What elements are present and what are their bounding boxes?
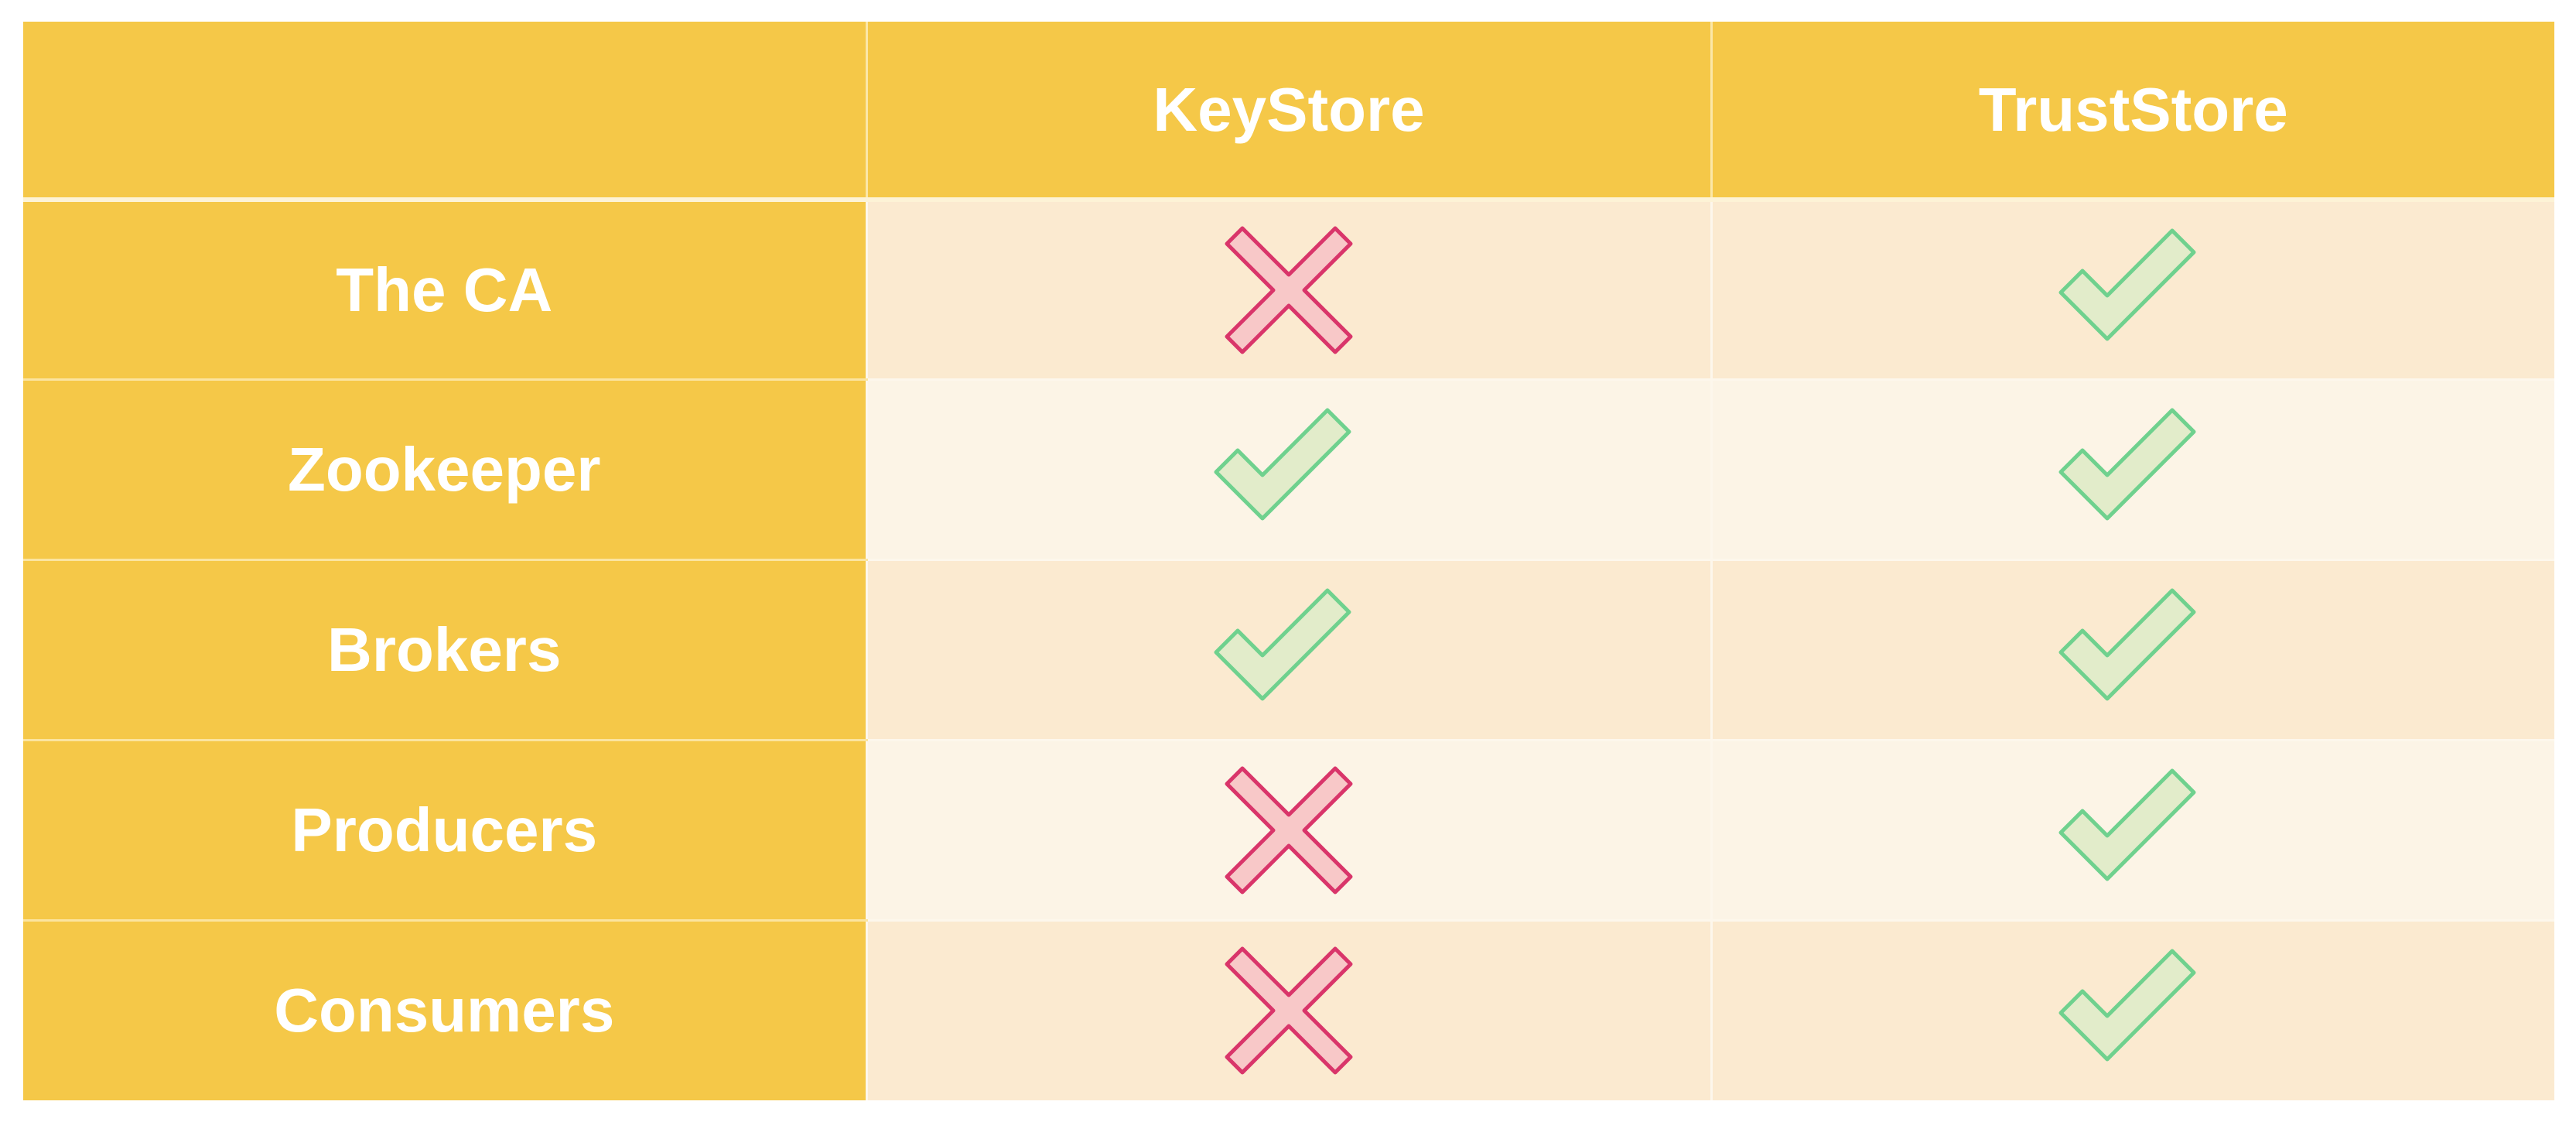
check-icon bbox=[2048, 576, 2219, 723]
check-icon bbox=[1204, 576, 1374, 723]
table-row: Consumers bbox=[23, 920, 2554, 1100]
cross-icon bbox=[1204, 217, 1374, 364]
header-keystore: KeyStore bbox=[866, 22, 1713, 202]
keystore-cell bbox=[865, 740, 1711, 922]
keystore-cell bbox=[865, 559, 1711, 741]
truststore-cell bbox=[1710, 559, 2554, 741]
row-label: Zookeeper bbox=[23, 379, 866, 562]
table-row: The CA bbox=[23, 200, 2554, 381]
table-row: Brokers bbox=[23, 559, 2554, 741]
keystore-cell bbox=[865, 379, 1711, 562]
row-label: Brokers bbox=[23, 559, 866, 741]
header-row: KeyStore TrustStore bbox=[23, 22, 2554, 202]
cross-icon bbox=[1204, 757, 1374, 904]
comparison-page: KeyStore TrustStore The CA Zookeeper Bro… bbox=[0, 0, 2576, 1122]
row-label: Producers bbox=[23, 740, 866, 922]
row-label: The CA bbox=[23, 200, 866, 381]
truststore-cell bbox=[1710, 740, 2554, 922]
check-icon bbox=[1204, 396, 1374, 543]
check-icon bbox=[2048, 757, 2219, 904]
keystore-cell bbox=[865, 200, 1711, 381]
header-corner-cell bbox=[23, 22, 868, 202]
truststore-cell bbox=[1710, 920, 2554, 1100]
truststore-cell bbox=[1710, 200, 2554, 381]
table-row: Zookeeper bbox=[23, 379, 2554, 562]
check-icon bbox=[2048, 937, 2219, 1084]
truststore-cell bbox=[1710, 379, 2554, 562]
header-truststore: TrustStore bbox=[1711, 22, 2554, 202]
table-row: Producers bbox=[23, 740, 2554, 922]
row-label: Consumers bbox=[23, 920, 866, 1100]
check-icon bbox=[2048, 396, 2219, 543]
keystore-truststore-table: KeyStore TrustStore The CA Zookeeper Bro… bbox=[23, 22, 2554, 1100]
cross-icon bbox=[1204, 937, 1374, 1084]
check-icon bbox=[2048, 217, 2219, 364]
keystore-cell bbox=[865, 920, 1711, 1100]
